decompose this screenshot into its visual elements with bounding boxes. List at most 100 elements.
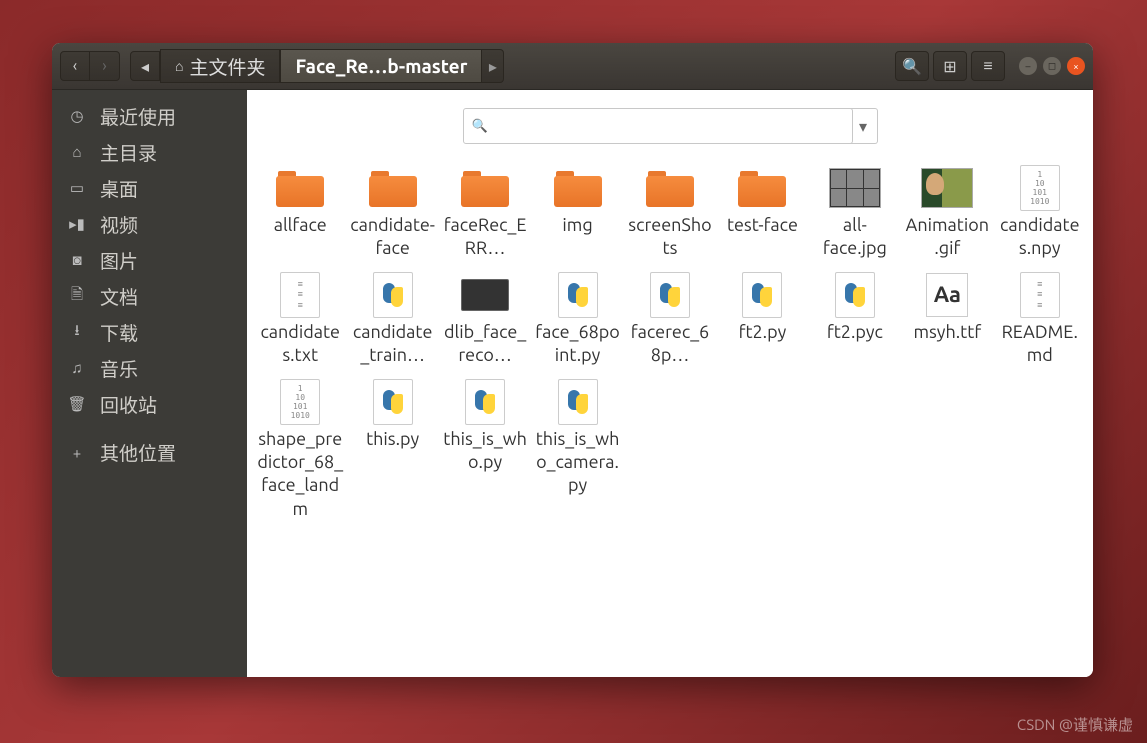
sidebar-item-label: 最近使用 <box>100 103 176 130</box>
breadcrumb: ◂ ⌂ 主文件夹 Face_Re…b-master ▸ <box>130 49 891 83</box>
sidebar-item-label: 文档 <box>100 283 138 310</box>
sidebar-item-clock[interactable]: ◷ 最近使用 <box>52 98 247 134</box>
sidebar-item-label: 音乐 <box>100 355 138 382</box>
image-thumb <box>829 168 881 208</box>
file-item[interactable]: facerec_68p… <box>625 269 715 372</box>
file-item[interactable]: candidates.txt <box>255 269 345 372</box>
search-button[interactable]: 🔍 <box>895 51 929 81</box>
folder-icon <box>738 169 786 207</box>
sidebar-item-trash[interactable]: 🗑回收站 <box>52 386 247 422</box>
breadcrumb-back[interactable]: ◂ <box>130 51 160 81</box>
sidebar-item-desktop[interactable]: ▭桌面 <box>52 170 247 206</box>
text-icon <box>280 272 320 318</box>
sidebar-item-home[interactable]: ⌂主目录 <box>52 134 247 170</box>
sidebar-other-locations[interactable]: + 其他位置 <box>52 434 247 470</box>
sidebar-item-label: 主目录 <box>100 139 157 166</box>
file-item[interactable]: Animation.gif <box>902 162 992 265</box>
file-label: shape_predictor_68_face_landm <box>257 428 343 522</box>
view-grid-button[interactable]: ⊞ <box>933 51 967 81</box>
clock-icon: ◷ <box>68 107 86 125</box>
file-item[interactable]: all-face.jpg <box>810 162 900 265</box>
folder-icon <box>554 169 602 207</box>
minimize-button[interactable]: – <box>1019 57 1037 75</box>
file-item[interactable]: ft2.py <box>717 269 807 372</box>
folder-item[interactable]: candidate-face <box>347 162 437 265</box>
download-icon: ⭳ <box>68 320 86 345</box>
image-icon: ◙ <box>68 251 86 269</box>
document-icon: 🗎 <box>68 284 86 309</box>
python-icon <box>373 379 413 425</box>
python-icon <box>650 272 690 318</box>
file-item[interactable]: ft2.pyc <box>810 269 900 372</box>
sidebar-item-label: 图片 <box>100 247 138 274</box>
file-item[interactable]: 1101011010shape_predictor_68_face_landm <box>255 376 345 526</box>
file-item[interactable]: Aamsyh.ttf <box>902 269 992 372</box>
python-icon <box>558 272 598 318</box>
file-item[interactable]: candidate_train… <box>347 269 437 372</box>
folder-icon <box>461 169 509 207</box>
data-icon <box>461 279 509 311</box>
file-item[interactable]: dlib_face_reco… <box>440 269 530 372</box>
breadcrumb-current-label: Face_Re…b-master <box>295 55 467 77</box>
file-item[interactable]: 1101011010candidates.npy <box>995 162 1085 265</box>
search-dropdown[interactable]: ▾ <box>850 108 878 144</box>
folder-item[interactable]: faceRec_ERR… <box>440 162 530 265</box>
file-label: README.md <box>997 321 1083 368</box>
file-label: this_is_who.py <box>442 428 528 475</box>
forward-icon: › <box>102 57 107 75</box>
window-body: ◷最近使用⌂主目录▭桌面▸▮视频◙图片🗎文档⭳下载♫音乐🗑回收站 + 其他位置 … <box>52 90 1093 677</box>
sidebar-item-download[interactable]: ⭳下载 <box>52 314 247 350</box>
folder-icon <box>646 169 694 207</box>
sidebar-item-label: 视频 <box>100 211 138 238</box>
back-button[interactable]: ‹ <box>60 51 90 81</box>
sidebar-item-document[interactable]: 🗎 文档 <box>52 278 247 314</box>
file-label: faceRec_ERR… <box>442 214 528 261</box>
python-icon <box>742 272 782 318</box>
binary-icon: 1101011010 <box>280 379 320 425</box>
breadcrumb-expand[interactable]: ▸ <box>482 49 504 83</box>
folder-item[interactable]: screenShots <box>625 162 715 265</box>
file-item[interactable]: face_68point.py <box>532 269 622 372</box>
file-label: all-face.jpg <box>812 214 898 261</box>
file-label: img <box>562 214 592 237</box>
menu-button[interactable]: ≡ <box>971 51 1005 81</box>
file-label: Animation.gif <box>904 214 990 261</box>
maximize-button[interactable]: ◻ <box>1043 57 1061 75</box>
file-label: candidates.txt <box>257 321 343 368</box>
python-icon <box>558 379 598 425</box>
text-icon <box>1020 272 1060 318</box>
folder-item[interactable]: test-face <box>717 162 807 265</box>
forward-button[interactable]: › <box>90 51 120 81</box>
sidebar-item-video[interactable]: ▸▮ 视频 <box>52 206 247 242</box>
home-icon: ⌂ <box>175 58 183 74</box>
file-label: msyh.ttf <box>913 321 981 344</box>
file-item[interactable]: this_is_who.py <box>440 376 530 526</box>
search-box: 🔍 <box>463 108 853 144</box>
sidebar-other-label: 其他位置 <box>100 439 176 466</box>
breadcrumb-home[interactable]: ⌂ 主文件夹 <box>160 49 280 83</box>
folder-item[interactable]: img <box>532 162 622 265</box>
file-label: ft2.py <box>739 321 787 344</box>
folder-icon <box>276 169 324 207</box>
file-item[interactable]: this.py <box>347 376 437 526</box>
file-label: this_is_who_camera.py <box>535 428 621 498</box>
file-label: candidate-face <box>350 214 436 261</box>
search-input[interactable] <box>494 117 844 135</box>
sidebar-item-music[interactable]: ♫音乐 <box>52 350 247 386</box>
content-area: 🔍 ▾ allfacecandidate-facefaceRec_ERR… img… <box>247 90 1093 677</box>
folder-item[interactable]: allface <box>255 162 345 265</box>
close-button[interactable]: × <box>1067 57 1085 75</box>
file-item[interactable]: README.md <box>995 269 1085 372</box>
sidebar-item-image[interactable]: ◙ 图片 <box>52 242 247 278</box>
binary-icon: 1101011010 <box>1020 165 1060 211</box>
file-manager-window: ‹ › ◂ ⌂ 主文件夹 Face_Re…b-master ▸ 🔍 ⊞ ≡ – … <box>52 43 1093 677</box>
breadcrumb-current[interactable]: Face_Re…b-master <box>280 49 482 83</box>
file-item[interactable]: this_is_who_camera.py <box>532 376 622 526</box>
nav-group: ‹ › <box>60 51 120 81</box>
window-controls: – ◻ × <box>1019 57 1085 75</box>
sidebar: ◷ 最近使用 ⌂主目录▭桌面 ▸▮ 视频 ◙ 图片 🗎 文档 ⭳下载♫音乐🗑回收站 + 其他位置 <box>52 90 247 677</box>
video-icon: ▸▮ <box>68 215 86 233</box>
file-label: screenShots <box>627 214 713 261</box>
menu-icon: ≡ <box>983 57 992 76</box>
file-label: test-face <box>727 214 798 237</box>
